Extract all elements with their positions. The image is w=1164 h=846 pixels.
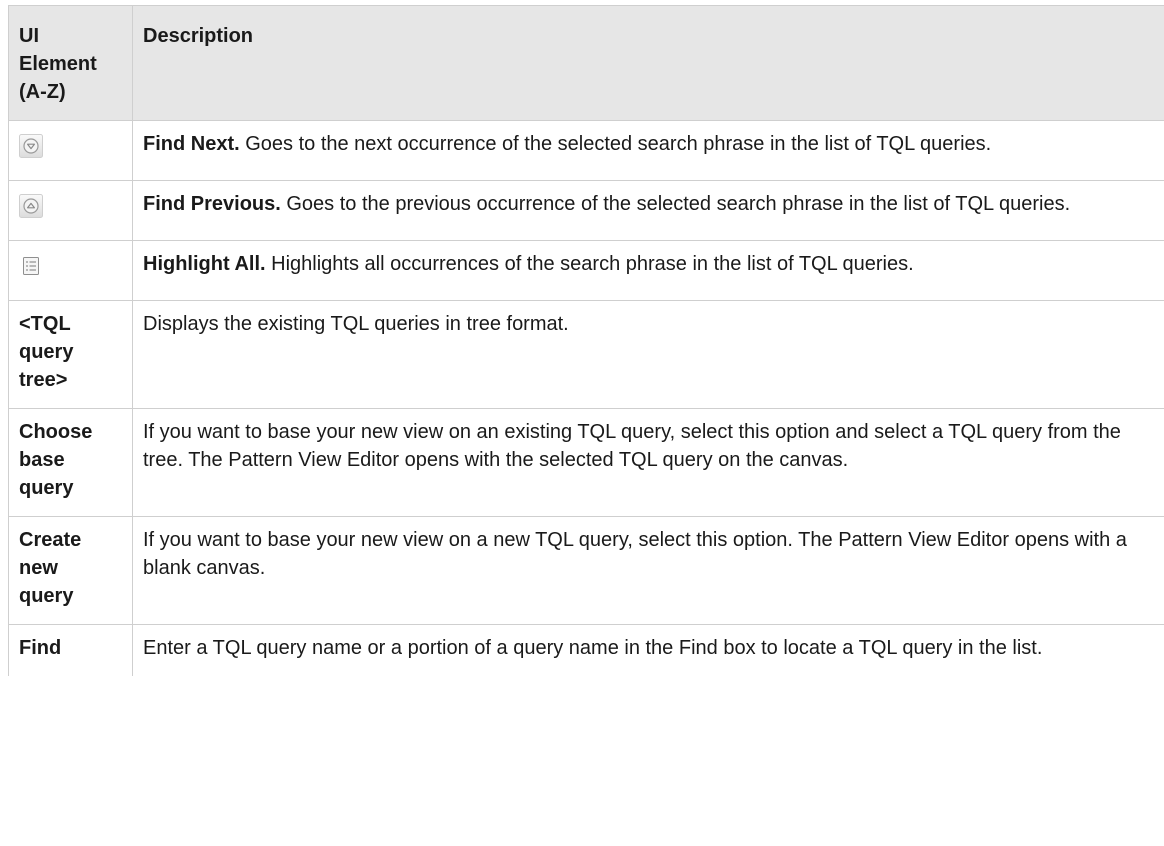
table-row: Find Next. Goes to the next occurrence o… [8,120,1164,181]
table-header-row: UI Element (A-Z) Description [8,5,1164,121]
find-previous-icon [19,194,43,218]
element-cell: Choose base query [8,408,133,517]
element-cell: Find [8,624,133,676]
element-cell [8,180,133,241]
description-cell: Highlight All. Highlights all occurrence… [132,240,1164,301]
description-cell: Find Previous. Goes to the previous occu… [132,180,1164,241]
element-cell [8,120,133,181]
header-ui-element: UI Element (A-Z) [8,5,133,121]
table-row: <TQL query tree> Displays the existing TQL… [8,300,1164,409]
element-cell [8,240,133,301]
description-cell: If you want to base your new view on an … [132,408,1164,517]
description-cell: Find Next. Goes to the next occurrence o… [132,120,1164,181]
table-row: Create new query If you want to base your … [8,516,1164,625]
table-row: Highlight All. Highlights all occurrence… [8,240,1164,301]
description-cell: Displays the existing TQL queries in tre… [132,300,1164,409]
table-row: Find Enter a TQL query name or a portion… [8,624,1164,676]
description-cell: If you want to base your new view on a n… [132,516,1164,625]
table-row: Find Previous. Goes to the previous occu… [8,180,1164,241]
element-cell: Create new query [8,516,133,625]
description-cell: Enter a TQL query name or a portion of a… [132,624,1164,676]
header-description: Description [132,5,1164,121]
table-row: Choose base query If you want to base your… [8,408,1164,517]
highlight-all-icon [19,254,43,278]
find-next-icon [19,134,43,158]
ui-elements-table: UI Element (A-Z) Description Find Next. … [8,5,1164,676]
element-cell: <TQL query tree> [8,300,133,409]
